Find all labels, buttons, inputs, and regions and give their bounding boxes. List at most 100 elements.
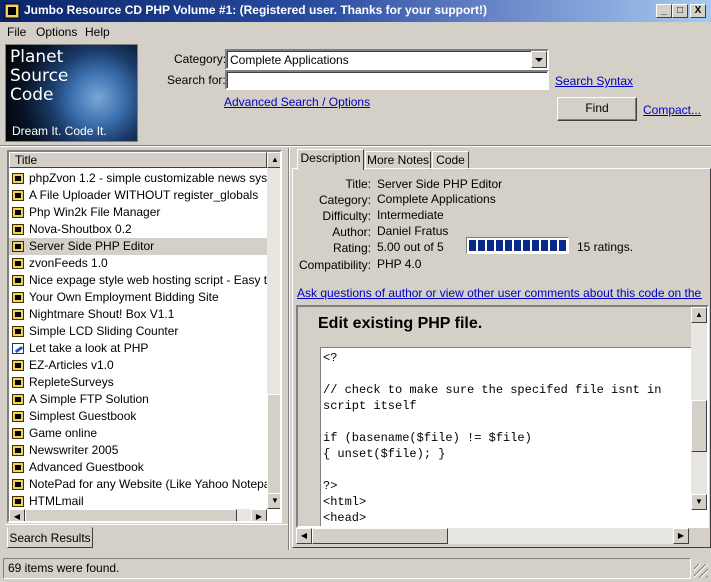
code-scroll-left-button[interactable]: ◀ <box>296 528 312 544</box>
list-scroll-right-button[interactable]: ▶ <box>251 509 267 521</box>
list-item[interactable]: Game online <box>9 425 267 442</box>
rating-segment <box>559 240 566 251</box>
close-button[interactable]: X <box>690 4 706 18</box>
search-input[interactable] <box>225 70 549 90</box>
code-horizontal-scrollbar[interactable]: ◀ ▶ <box>296 528 689 544</box>
search-syntax-link[interactable]: Search Syntax <box>555 74 633 88</box>
detail-title-label: Title: <box>345 177 371 191</box>
title-column-header[interactable]: Title <box>9 152 267 168</box>
code-scroll-right-button[interactable]: ▶ <box>673 528 689 544</box>
code-line: // check to make sure the specifed file … <box>323 383 662 397</box>
rating-segment <box>532 240 539 251</box>
header-divider <box>0 145 711 147</box>
code-scroll-up-button[interactable]: ▲ <box>691 307 707 323</box>
advanced-search-link[interactable]: Advanced Search / Options <box>224 95 370 109</box>
code-preview[interactable]: Edit existing PHP file. <? // check to ma… <box>296 305 709 528</box>
list-item-title: Game online <box>29 426 98 440</box>
rating-bar <box>466 237 569 254</box>
list-item[interactable]: Simple LCD Sliding Counter <box>9 323 267 340</box>
detail-rating-label: Rating: <box>332 241 371 255</box>
list-item[interactable]: EZ-Articles v1.0 <box>9 357 267 374</box>
list-item[interactable]: phpZvon 1.2 - simple customizable news s… <box>9 170 267 187</box>
list-scroll-up-button[interactable]: ▲ <box>267 152 280 168</box>
results-list[interactable]: Title ▲ phpZvon 1.2 - simple customizabl… <box>7 150 282 523</box>
doc-icon <box>12 394 24 405</box>
list-item[interactable]: Simplest Guestbook <box>9 408 267 425</box>
list-item[interactable]: Nice expage style web hosting script - E… <box>9 272 267 289</box>
compact-link[interactable]: Compact... <box>643 103 701 117</box>
code-vertical-scrollbar[interactable]: ▲ ▼ <box>691 307 707 510</box>
detail-compat-label: Compatibility: <box>298 258 371 272</box>
list-item-title: A Simple FTP Solution <box>29 392 149 406</box>
doc-icon <box>12 360 24 371</box>
status-bar: 69 items were found. <box>0 556 711 582</box>
code-scroll-down-button[interactable]: ▼ <box>691 494 707 510</box>
doc-icon <box>12 428 24 439</box>
list-item[interactable]: Nightmare Shout! Box V1.1 <box>9 306 267 323</box>
results-rows: phpZvon 1.2 - simple customizable news s… <box>9 170 267 508</box>
tab-description[interactable]: Description <box>297 149 364 170</box>
ask-questions-link[interactable]: Ask questions of author or view other us… <box>297 286 702 300</box>
minimize-button[interactable]: _ <box>656 4 672 18</box>
window-title: Jumbo Resource CD PHP Volume #1: (Regist… <box>24 3 487 17</box>
detail-compat-value: PHP 4.0 <box>377 257 422 271</box>
doc-icon <box>12 190 24 201</box>
find-button[interactable]: Find <box>557 97 637 121</box>
list-item-title: Your Own Employment Bidding Site <box>29 290 219 304</box>
list-item-title: NotePad for any Website (Like Yahoo Note… <box>29 477 267 491</box>
list-item-title: Server Side PHP Editor <box>29 239 155 253</box>
chevron-down-icon <box>535 58 543 62</box>
menu-bar: File Options Help <box>0 22 711 42</box>
list-item-title: EZ-Articles v1.0 <box>29 358 114 372</box>
rating-segment <box>514 240 521 251</box>
doc-icon <box>12 377 24 388</box>
code-horizontal-scroll-thumb[interactable] <box>312 528 448 544</box>
resize-grip-icon[interactable] <box>694 564 708 578</box>
list-item-title: Php Win2k File Manager <box>29 205 161 219</box>
maximize-button[interactable]: □ <box>672 4 688 18</box>
doc-icon <box>12 275 24 286</box>
rating-segment <box>478 240 485 251</box>
logo-line-1: Planet <box>10 47 64 67</box>
list-item[interactable]: HTMLmail <box>9 493 267 510</box>
doc-icon <box>12 224 24 235</box>
code-line: ?> <box>323 479 338 493</box>
doc-icon <box>12 241 24 252</box>
list-vertical-scrollbar[interactable] <box>267 168 280 494</box>
list-scroll-down-button[interactable]: ▼ <box>267 493 280 509</box>
list-item[interactable]: Your Own Employment Bidding Site <box>9 289 267 306</box>
list-item[interactable]: Advanced Guestbook <box>9 459 267 476</box>
list-item[interactable]: zvonFeeds 1.0 <box>9 255 267 272</box>
list-horizontal-scrollbar[interactable]: ◀ ▶ <box>9 509 267 521</box>
list-item[interactable]: Newswriter 2005 <box>9 442 267 459</box>
menu-file[interactable]: File <box>7 25 26 39</box>
menu-help[interactable]: Help <box>85 25 110 39</box>
detail-author-label: Author: <box>332 225 371 239</box>
list-scroll-left-button[interactable]: ◀ <box>9 509 25 521</box>
tab-search-results[interactable]: Search Results <box>7 527 93 548</box>
list-item-title: Simplest Guestbook <box>29 409 137 423</box>
logo-line-3: Code <box>10 85 54 105</box>
code-text[interactable]: <? // check to make sure the specifed fil… <box>320 347 707 526</box>
rating-segment <box>469 240 476 251</box>
list-item[interactable]: Nova-Shoutbox 0.2 <box>9 221 267 238</box>
title-bar[interactable]: Jumbo Resource CD PHP Volume #1: (Regist… <box>0 0 711 22</box>
list-item[interactable]: Let take a look at PHP <box>9 340 267 357</box>
code-vertical-scroll-thumb[interactable] <box>691 400 707 452</box>
list-item[interactable]: RepleteSurveys <box>9 374 267 391</box>
doc-icon <box>12 309 24 320</box>
list-horizontal-scroll-thumb[interactable] <box>25 509 237 521</box>
list-item[interactable]: A Simple FTP Solution <box>9 391 267 408</box>
category-select[interactable]: Complete Applications <box>225 49 549 70</box>
list-item[interactable]: Php Win2k File Manager <box>9 204 267 221</box>
list-vertical-scroll-thumb[interactable] <box>267 394 280 494</box>
list-item[interactable]: A File Uploader WITHOUT register_globals <box>9 187 267 204</box>
code-line: script itself <box>323 399 417 413</box>
doc-icon <box>12 207 24 218</box>
list-item[interactable]: NotePad for any Website (Like Yahoo Note… <box>9 476 267 493</box>
list-item-title: Nova-Shoutbox 0.2 <box>29 222 132 236</box>
category-dropdown-button[interactable] <box>531 51 547 68</box>
doc-icon <box>12 411 24 422</box>
menu-options[interactable]: Options <box>36 25 77 39</box>
list-item[interactable]: Server Side PHP Editor <box>9 238 267 255</box>
